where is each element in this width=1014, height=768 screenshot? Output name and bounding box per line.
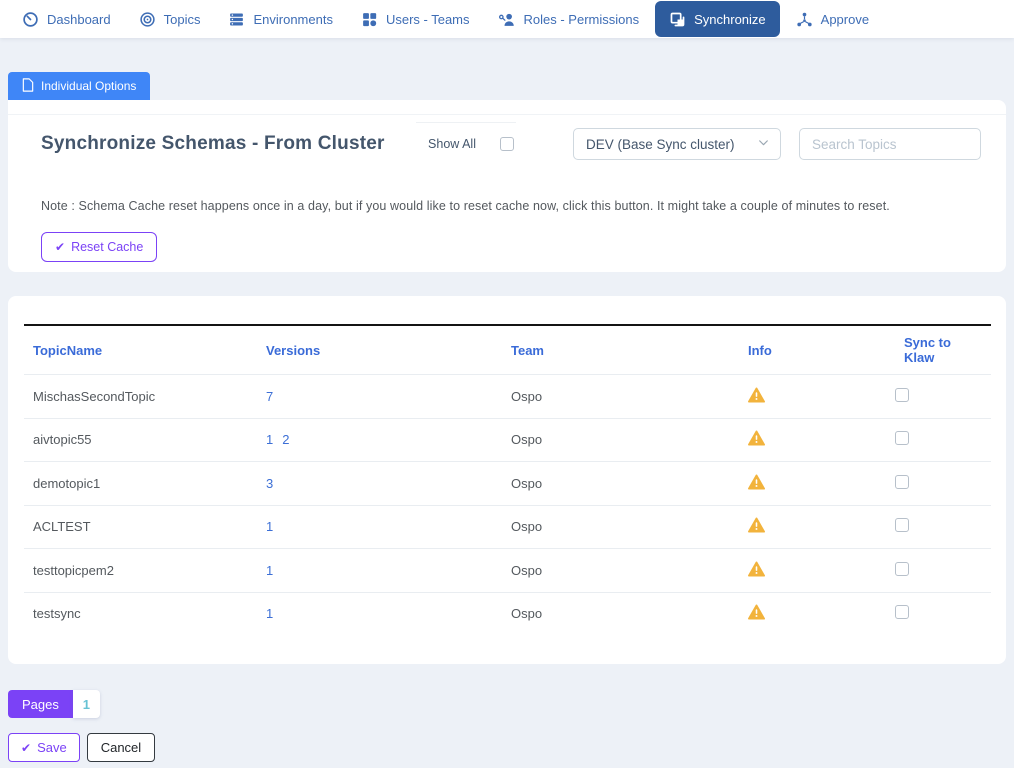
topic-name-cell: testsync — [24, 606, 266, 621]
table-header-row: TopicName Versions Team Info Sync to Kla… — [24, 324, 991, 374]
nav-item-label: Users - Teams — [386, 12, 470, 27]
version-link[interactable]: 1 — [266, 519, 273, 534]
versions-cell: 3 — [266, 476, 511, 491]
table-body: MischasSecondTopic 7 Ospo aivtopic55 12 … — [24, 374, 991, 635]
warning-icon[interactable] — [748, 604, 765, 620]
cancel-button[interactable]: Cancel — [87, 733, 155, 762]
roles-permissions-icon — [498, 11, 516, 28]
chevron-down-icon — [757, 136, 770, 152]
table-row: testsync 1 Ospo — [24, 592, 991, 636]
table-row: demotopic1 3 Ospo — [24, 461, 991, 505]
team-cell: Ospo — [511, 476, 748, 491]
cluster-select-value: DEV (Base Sync cluster) — [586, 137, 735, 152]
check-icon: ✔ — [21, 742, 31, 754]
warning-icon[interactable] — [748, 517, 765, 533]
sync-to-klaw-checkbox[interactable] — [895, 562, 909, 576]
nav-item-approve[interactable]: Approve — [782, 1, 883, 37]
approve-icon — [796, 11, 813, 28]
pagination: Pages 1 — [8, 690, 1006, 718]
topic-name-cell: demotopic1 — [24, 476, 266, 491]
sync-to-klaw-checkbox[interactable] — [895, 475, 909, 489]
col-header-info: Info — [748, 343, 894, 358]
table-row: MischasSecondTopic 7 Ospo — [24, 374, 991, 418]
tab-individual-options[interactable]: Individual Options — [8, 72, 150, 100]
version-link[interactable]: 1 — [266, 563, 273, 578]
cache-reset-note: Note : Schema Cache reset happens once i… — [41, 199, 981, 213]
search-topics-input[interactable] — [799, 128, 981, 160]
sync-to-klaw-checkbox[interactable] — [895, 431, 909, 445]
versions-cell: 12 — [266, 432, 511, 447]
panel-divider — [8, 100, 1006, 115]
cluster-select[interactable]: DEV (Base Sync cluster) — [573, 128, 781, 160]
nav-item-roles-permissions[interactable]: Roles - Permissions — [484, 1, 654, 37]
save-button[interactable]: ✔ Save — [8, 733, 80, 762]
team-cell: Ospo — [511, 563, 748, 578]
nav-item-label: Dashboard — [47, 12, 111, 27]
file-icon — [22, 78, 34, 95]
versions-cell: 1 — [266, 606, 511, 621]
nav-item-synchronize[interactable]: Synchronize — [655, 1, 780, 37]
nav-item-label: Roles - Permissions — [524, 12, 640, 27]
team-cell: Ospo — [511, 519, 748, 534]
col-header-sync-to-klaw: Sync to Klaw — [894, 335, 984, 365]
save-label: Save — [37, 740, 67, 755]
show-all-group: Show All — [428, 137, 514, 151]
show-all-label: Show All — [428, 137, 476, 151]
reset-cache-button[interactable]: ✔ Reset Cache — [41, 232, 157, 262]
sync-schemas-panel: Synchronize Schemas - From Cluster Show … — [8, 100, 1006, 272]
version-link[interactable]: 1 — [266, 432, 273, 447]
environments-icon — [228, 11, 245, 28]
topic-name-cell: ACLTEST — [24, 519, 266, 534]
col-header-versions: Versions — [266, 343, 511, 358]
warning-icon[interactable] — [748, 474, 765, 490]
page-title: Synchronize Schemas - From Cluster — [41, 133, 385, 155]
nav-item-environments[interactable]: Environments — [214, 1, 346, 37]
sync-to-klaw-checkbox[interactable] — [895, 605, 909, 619]
version-link[interactable]: 7 — [266, 389, 273, 404]
topic-name-cell: aivtopic55 — [24, 432, 266, 447]
table-row: aivtopic55 12 Ospo — [24, 418, 991, 462]
version-link[interactable]: 1 — [266, 606, 273, 621]
versions-cell: 7 — [266, 389, 511, 404]
team-cell: Ospo — [511, 432, 748, 447]
warning-icon[interactable] — [748, 561, 765, 577]
nav-item-users-teams[interactable]: Users - Teams — [347, 1, 484, 37]
sync-to-klaw-checkbox[interactable] — [895, 518, 909, 532]
pages-button[interactable]: Pages — [8, 690, 73, 718]
warning-icon[interactable] — [748, 387, 765, 403]
page-number-button[interactable]: 1 — [73, 690, 100, 718]
form-actions: ✔ Save Cancel — [8, 733, 1006, 762]
top-navbar: Dashboard Topics Environments Users - Te… — [0, 0, 1014, 38]
users-teams-icon — [361, 11, 378, 28]
version-link[interactable]: 3 — [266, 476, 273, 491]
nav-item-topics[interactable]: Topics — [125, 1, 215, 37]
synchronize-icon — [669, 11, 686, 28]
topic-name-cell: testtopicpem2 — [24, 563, 266, 578]
nav-item-label: Synchronize — [694, 12, 766, 27]
versions-cell: 1 — [266, 563, 511, 578]
nav-item-label: Topics — [164, 12, 201, 27]
table-row: testtopicpem2 1 Ospo — [24, 548, 991, 592]
sync-to-klaw-checkbox[interactable] — [895, 388, 909, 402]
topics-icon — [139, 11, 156, 28]
topic-name-cell: MischasSecondTopic — [24, 389, 266, 404]
reset-cache-label: Reset Cache — [71, 240, 143, 254]
table-row: ACLTEST 1 Ospo — [24, 505, 991, 549]
col-header-team: Team — [511, 343, 748, 358]
team-cell: Ospo — [511, 606, 748, 621]
check-icon: ✔ — [55, 241, 65, 253]
versions-cell: 1 — [266, 519, 511, 534]
col-header-topicname: TopicName — [24, 343, 266, 358]
tab-label: Individual Options — [41, 79, 136, 93]
version-link[interactable]: 2 — [282, 432, 289, 447]
nav-item-label: Environments — [253, 12, 332, 27]
schemas-table-panel: TopicName Versions Team Info Sync to Kla… — [8, 296, 1006, 664]
nav-item-label: Approve — [821, 12, 869, 27]
warning-icon[interactable] — [748, 430, 765, 446]
show-all-checkbox[interactable] — [500, 137, 514, 151]
dashboard-icon — [22, 11, 39, 28]
team-cell: Ospo — [511, 389, 748, 404]
nav-item-dashboard[interactable]: Dashboard — [8, 1, 125, 37]
